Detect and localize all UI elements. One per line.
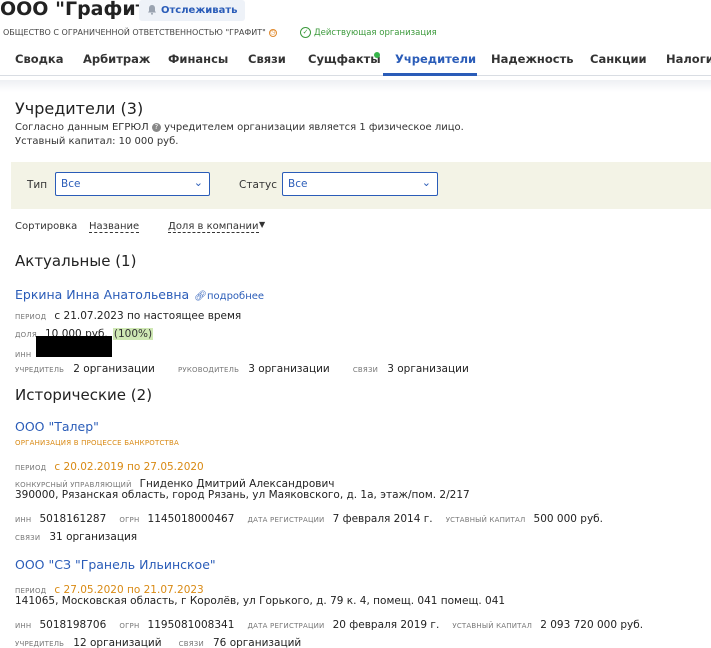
founder-relations-row: учредитель 2 организации руководитель 3 …: [15, 363, 469, 375]
org-links-row: связи 31 организация: [15, 531, 138, 543]
chevron-down-icon: ⌄: [421, 176, 431, 189]
org-founder-link[interactable]: 12 организаций: [73, 637, 161, 648]
actual-heading: Актуальные (1): [15, 252, 137, 270]
org-name-link[interactable]: ООО "СЗ "Гранель Ильинское": [15, 557, 216, 572]
org-address: 390000, Рязанская область, город Рязань,…: [15, 489, 470, 501]
tab-arbitration[interactable]: Арбитраж: [83, 52, 150, 66]
founder-orgs-link[interactable]: 2 организации: [73, 363, 155, 375]
tab-taxes[interactable]: Налоги: [666, 52, 711, 66]
check-circle-icon: ✓: [300, 27, 311, 38]
share-percent-badge: (100%): [112, 328, 154, 340]
founder-entry: Еркина Инна Анатольевна 🔗︎подробнее: [15, 284, 264, 303]
sort-label: Сортировка: [15, 221, 78, 232]
history-icon[interactable]: ◷: [268, 28, 277, 37]
org-relations-row: учредитель 12 организаций связи 76 орган…: [15, 637, 302, 648]
org-details-row: инн 5018161287 огрн 1145018000467 дата р…: [15, 513, 603, 525]
founder-period-row: период с 21.07.2023 по настоящее время: [15, 310, 242, 322]
tab-finance[interactable]: Финансы: [168, 52, 228, 66]
active-tab-underline: [383, 73, 477, 76]
org-address: 141065, Московская область, г Королёв, у…: [15, 595, 506, 607]
links-orgs-link[interactable]: 3 организации: [387, 363, 469, 375]
filter-panel: Тип Все ⌄ Статус Все ⌄: [11, 162, 711, 209]
page-title: ООО "Графит": [0, 0, 157, 20]
historical-heading: Исторические (2): [15, 386, 153, 404]
authorized-capital: Уставный капитал: 10 000 руб.: [15, 136, 179, 147]
inn-redacted: [36, 336, 112, 357]
caret-down-icon[interactable]: ▼: [259, 220, 265, 229]
tab-links[interactable]: Связи: [248, 52, 286, 66]
section-description: Согласно данным ЕГРЮЛ ? учредителем орга…: [15, 122, 464, 133]
type-filter-label: Тип: [27, 179, 48, 191]
bell-icon: [147, 4, 157, 18]
sort-by-share[interactable]: Доля в компании: [168, 221, 259, 233]
org-links-link[interactable]: 76 организаций: [213, 637, 301, 648]
details-link[interactable]: 🔗︎подробнее: [194, 291, 264, 302]
sort-by-name[interactable]: Название: [89, 221, 140, 233]
head-orgs-link[interactable]: 3 организации: [248, 363, 330, 375]
track-button-label: Отслеживать: [161, 5, 238, 16]
section-title: Учредители (3): [15, 99, 144, 118]
tab-summary[interactable]: Сводка: [15, 52, 63, 66]
new-indicator-dot: [374, 52, 380, 58]
founder-name-link[interactable]: Еркина Инна Анатольевна: [15, 287, 189, 302]
status-filter-label: Статус: [239, 179, 277, 191]
org-name-link[interactable]: ООО "Талер": [15, 419, 99, 434]
status-badge: ✓ Действующая организация: [300, 27, 437, 38]
track-button[interactable]: Отслеживать: [139, 0, 246, 21]
panel-divider: [0, 80, 711, 92]
link-icon: 🔗︎: [194, 291, 207, 302]
bankruptcy-badge: организация в процессе банкротства: [15, 439, 180, 447]
type-filter-select[interactable]: Все ⌄: [55, 172, 210, 196]
chevron-down-icon: ⌄: [193, 176, 203, 189]
org-details-row: инн 5018198706 огрн 1195081008341 дата р…: [15, 619, 644, 631]
tab-bar: Сводка Арбитраж Финансы Связи Сущфакты У…: [0, 46, 711, 76]
tab-sanctions[interactable]: Санкции: [590, 52, 647, 66]
tab-founders[interactable]: Учредители: [395, 52, 476, 66]
help-icon[interactable]: ?: [151, 122, 161, 132]
status-filter-select[interactable]: Все ⌄: [282, 172, 438, 196]
tab-facts[interactable]: Сущфакты: [308, 52, 381, 66]
org-links-link[interactable]: 31 организация: [49, 531, 137, 543]
company-full-name: ОБЩЕСТВО С ОГРАНИЧЕННОЙ ОТВЕТСТВЕННОСТЬЮ…: [3, 28, 277, 37]
tab-reliability[interactable]: Надежность: [491, 52, 574, 66]
